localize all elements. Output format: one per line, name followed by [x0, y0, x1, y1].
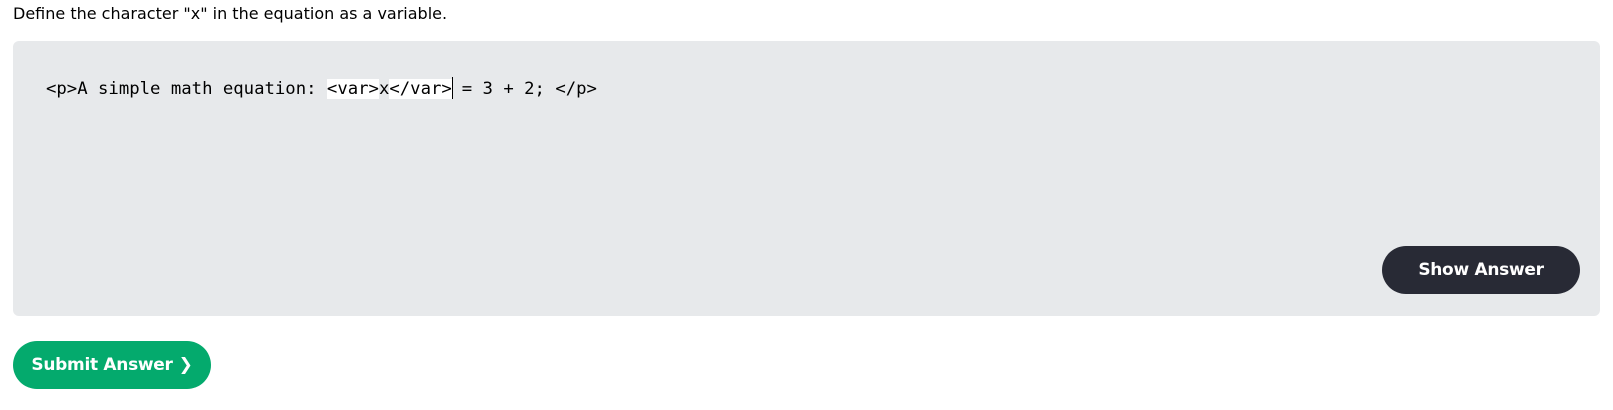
code-line[interactable]: <p>A simple math equation: <var>x</var> …	[46, 76, 597, 102]
typed-var-open-tag: <var>	[326, 79, 379, 99]
show-answer-button[interactable]: Show Answer	[1382, 246, 1580, 294]
chevron-right-icon: ❯	[178, 355, 193, 375]
code-text-before: <p>A simple math equation:	[46, 79, 327, 99]
var-content: x	[378, 79, 390, 99]
code-text-after: = 3 + 2; </p>	[451, 79, 597, 99]
exercise-instructions: Define the character "x" in the equation…	[13, 4, 448, 23]
submit-answer-button[interactable]: Submit Answer ❯	[13, 341, 211, 389]
code-editor[interactable]: <p>A simple math equation: <var>x</var> …	[13, 41, 1600, 316]
submit-answer-label: Submit Answer	[31, 355, 173, 375]
show-answer-label: Show Answer	[1418, 260, 1544, 280]
typed-var-close-tag: </var>	[389, 79, 452, 99]
